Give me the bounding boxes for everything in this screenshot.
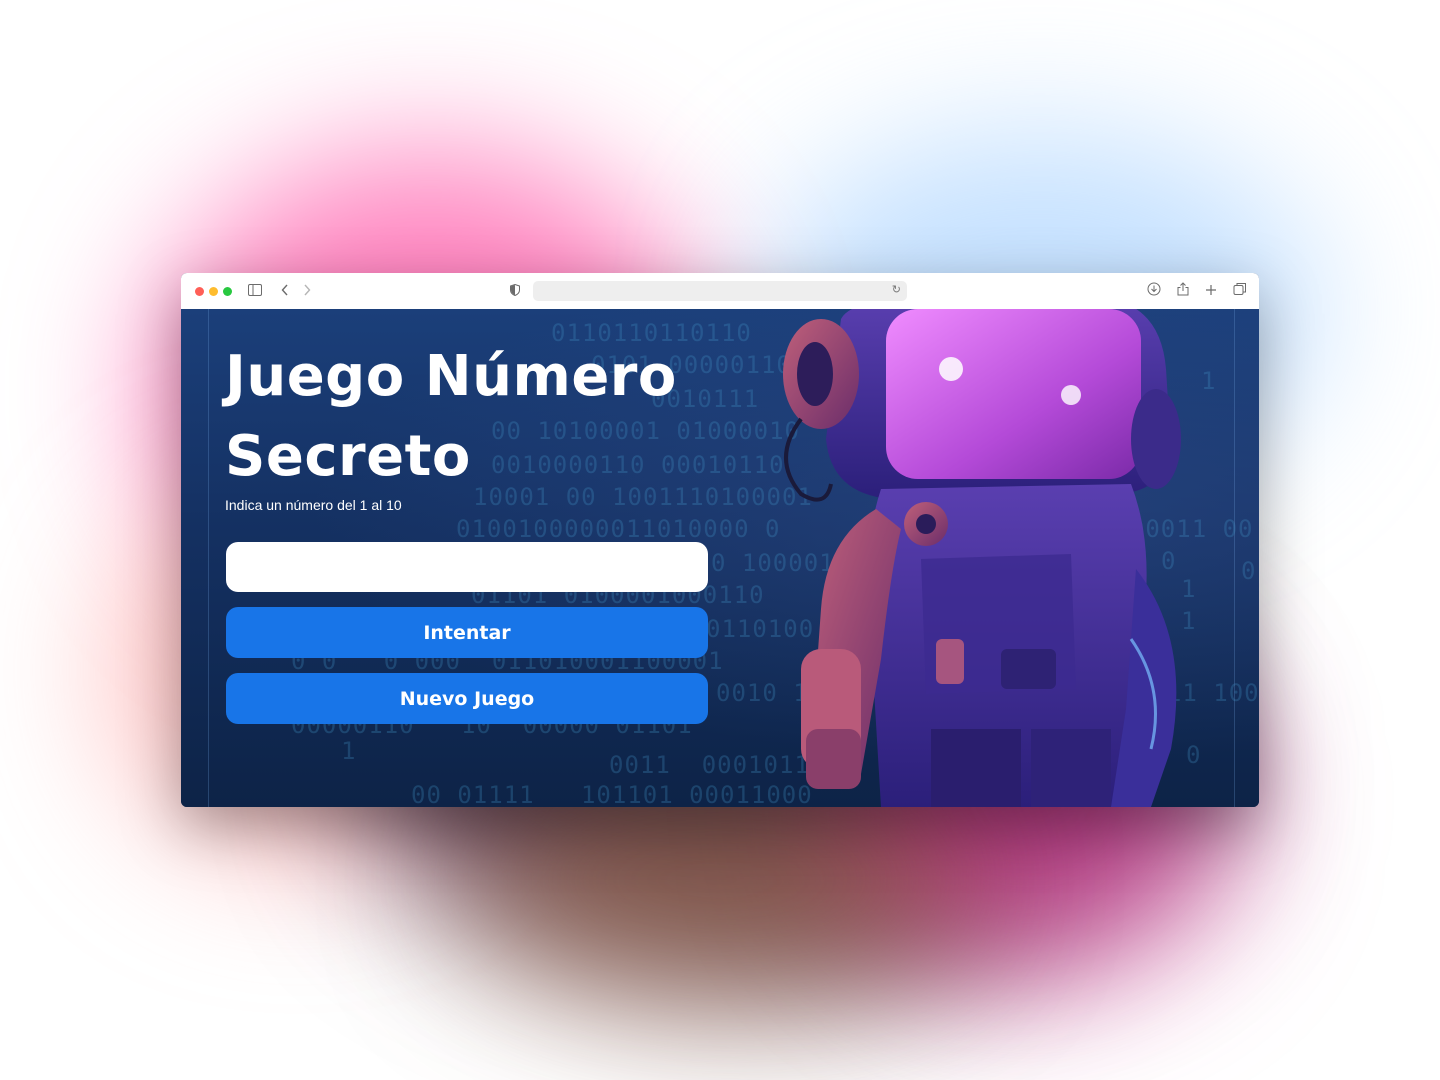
download-icon[interactable] (1144, 281, 1164, 301)
number-input[interactable] (226, 542, 708, 592)
close-window-button[interactable] (195, 287, 204, 296)
address-bar[interactable]: ↻ (533, 281, 907, 301)
browser-toolbar: ↻ (181, 273, 1259, 310)
tabs-overview-icon[interactable] (1230, 281, 1250, 301)
back-icon[interactable] (275, 281, 295, 301)
new-game-button[interactable]: Nuevo Juego (226, 673, 708, 724)
astronaut-illustration (783, 309, 1181, 807)
new-tab-icon[interactable] (1201, 281, 1221, 301)
forward-icon[interactable] (297, 281, 317, 301)
page-subtitle: Indica un número del 1 al 10 (225, 497, 402, 513)
page-content: 0110110110110 0101 00000110 0010111 00 1… (181, 309, 1259, 807)
browser-window: ↻ 0110110110110 0101 00000110 0010111 00… (181, 273, 1259, 807)
share-icon[interactable] (1173, 281, 1193, 301)
minimize-window-button[interactable] (209, 287, 218, 296)
try-button[interactable]: Intentar (226, 607, 708, 658)
privacy-shield-icon[interactable] (505, 281, 525, 301)
sidebar-icon[interactable] (245, 281, 265, 301)
reload-icon[interactable]: ↻ (892, 283, 901, 296)
zoom-window-button[interactable] (223, 287, 232, 296)
page-title: Juego Número Secreto (225, 344, 677, 489)
